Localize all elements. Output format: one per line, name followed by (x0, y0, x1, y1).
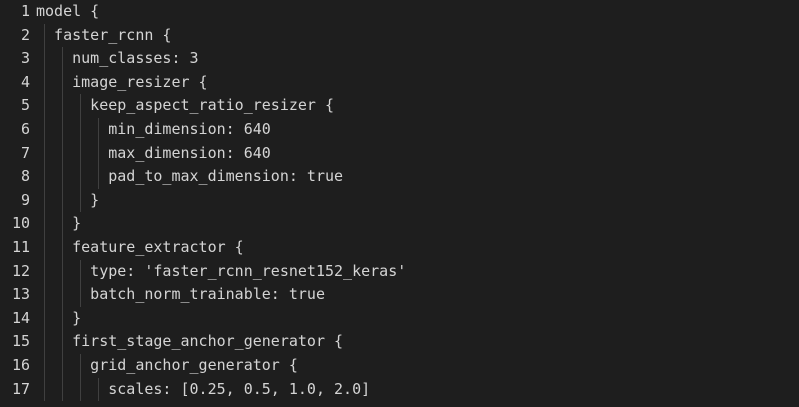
line-number: 12 (11, 261, 30, 280)
line-number: 16 (11, 356, 30, 374)
code-line[interactable]: 1 model { (0, 0, 799, 24)
code-line[interactable]: 9 } (0, 188, 799, 213)
code-line[interactable]: 11 feature_extractor { (0, 236, 799, 260)
code-text[interactable]: keep_aspect_ratio_resizer { (36, 94, 334, 118)
code-text[interactable]: image_resizer { (36, 71, 207, 95)
code-text[interactable]: grid_anchor_generator { (36, 354, 298, 378)
code-line[interactable]: 15 first_stage_anchor_generator { (0, 330, 799, 354)
line-number: 4 (20, 72, 30, 91)
line-number: 2 (20, 25, 30, 44)
line-number: 1 (20, 2, 30, 20)
code-line[interactable]: 10 } (0, 212, 799, 236)
code-text[interactable]: min_dimension: 640 (36, 118, 271, 142)
code-line[interactable]: 7 max_dimension: 640 (0, 141, 799, 166)
code-line[interactable]: 14 } (0, 306, 799, 331)
code-line[interactable]: 3 num_classes: 3 (0, 47, 799, 71)
code-text[interactable]: scales: [0.25, 0.5, 1.0, 2.0] (36, 378, 370, 402)
line-number: 11 (11, 238, 30, 256)
code-text[interactable]: } (36, 189, 99, 213)
line-number: 3 (20, 49, 30, 68)
line-number: 10 (11, 214, 30, 233)
line-number: 8 (20, 167, 30, 186)
code-text[interactable]: num_classes: 3 (36, 47, 198, 71)
code-text[interactable]: feature_extractor { (36, 236, 244, 260)
line-number: 14 (11, 308, 30, 327)
code-text[interactable]: model { (36, 0, 99, 24)
code-text[interactable]: faster_rcnn { (36, 24, 171, 48)
line-number: 13 (11, 285, 30, 304)
line-number: 6 (20, 120, 30, 138)
code-line[interactable]: 17 scales: [0.25, 0.5, 1.0, 2.0] (0, 377, 799, 402)
code-editor[interactable]: 1 model { 2 faster_rcnn { 3 num_classes:… (0, 0, 799, 407)
code-text[interactable]: } (36, 212, 81, 236)
code-line[interactable]: 4 image_resizer { (0, 70, 799, 95)
code-text[interactable]: max_dimension: 640 (36, 142, 271, 166)
code-line[interactable]: 5 keep_aspect_ratio_resizer { (0, 94, 799, 118)
code-line[interactable]: 12 type: 'faster_rcnn_resnet152_keras' (0, 259, 799, 284)
code-line[interactable]: 13 batch_norm_trainable: true (0, 283, 799, 307)
line-number: 7 (20, 143, 30, 162)
code-text[interactable]: } (36, 307, 81, 331)
code-text[interactable]: batch_norm_trainable: true (36, 283, 325, 307)
code-line[interactable]: 8 pad_to_max_dimension: true (0, 165, 799, 189)
line-number: 17 (11, 379, 30, 398)
code-line[interactable]: 6 min_dimension: 640 (0, 118, 799, 142)
code-text[interactable]: type: 'faster_rcnn_resnet152_keras' (36, 260, 406, 284)
code-text[interactable]: pad_to_max_dimension: true (36, 165, 343, 189)
line-number: 15 (11, 332, 30, 351)
code-line[interactable]: 16 grid_anchor_generator { (0, 354, 799, 378)
code-text[interactable]: first_stage_anchor_generator { (36, 330, 343, 354)
code-line[interactable]: 2 faster_rcnn { (0, 23, 799, 48)
line-number: 5 (20, 96, 30, 115)
line-number: 9 (20, 190, 30, 209)
